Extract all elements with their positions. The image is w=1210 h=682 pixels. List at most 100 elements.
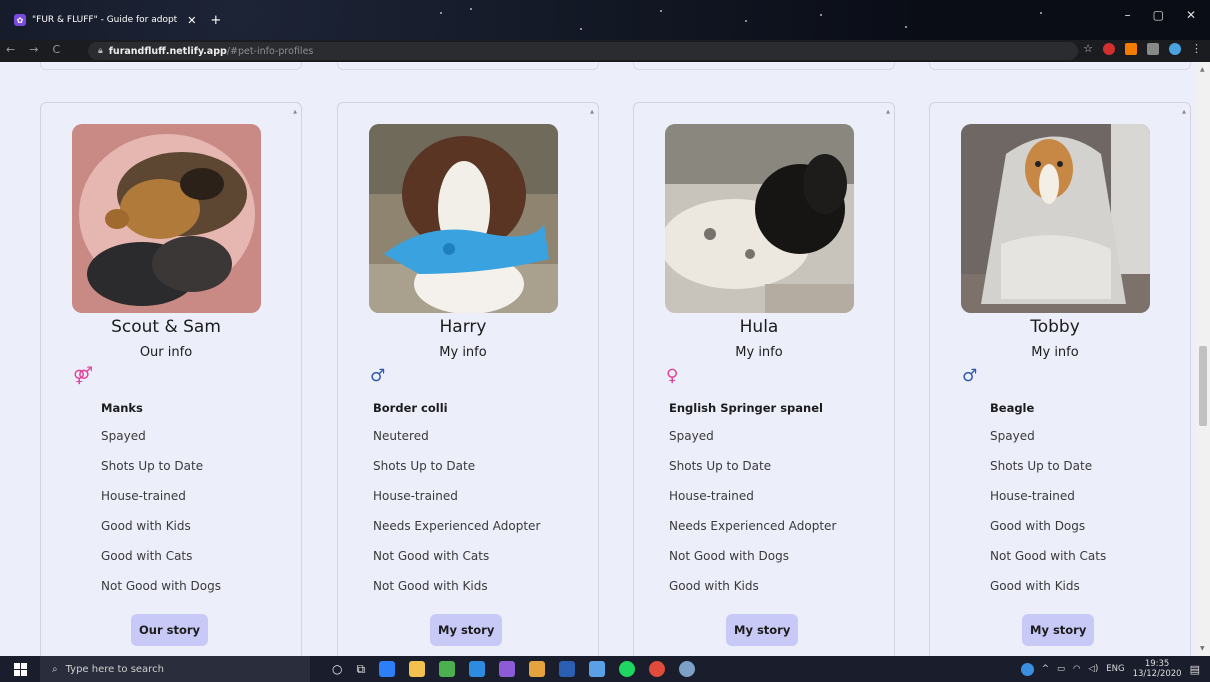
notification-icon[interactable]: ▤ — [1190, 663, 1200, 676]
paw-favicon-icon: ✿ — [14, 14, 26, 26]
minimize-icon[interactable]: – — [1125, 8, 1131, 22]
info-heading: Our info — [139, 345, 193, 360]
male-gender-icon: ♂ — [370, 366, 386, 386]
cortana-icon[interactable]: ○ — [332, 662, 342, 676]
volume-icon[interactable]: ◁) — [1088, 664, 1098, 674]
my-story-button[interactable]: My story — [726, 614, 799, 646]
paint-icon[interactable] — [529, 661, 546, 677]
extension-red-icon[interactable] — [1103, 43, 1115, 55]
pet-name: Harry — [439, 317, 487, 337]
pet-photo-beagle — [961, 124, 1150, 313]
battery-icon[interactable]: ▭ — [1057, 664, 1065, 674]
pet-name: Tobby — [1030, 317, 1080, 337]
my-story-button[interactable]: My story — [1022, 614, 1095, 646]
reload-icon[interactable]: C — [52, 43, 60, 56]
windows-taskbar: ⌕ Type here to search ○ ⧉ ^ ▭ ◠ ◁) ENG 1… — [0, 656, 1210, 682]
tray-chevron-icon[interactable]: ^ — [1042, 664, 1049, 674]
trait-item: Shots Up to Date — [373, 459, 476, 473]
pet-breed: Manks — [101, 401, 143, 415]
profile-avatar-icon[interactable] — [1169, 43, 1181, 55]
trait-item: Not Good with Dogs — [669, 549, 789, 563]
card-scroll-up-icon[interactable]: ▲ — [1182, 109, 1186, 115]
trait-item: Good with Kids — [101, 519, 191, 533]
notes-icon[interactable] — [589, 661, 606, 677]
previous-card-edge — [929, 62, 1191, 70]
pet-card-harry: ▲ Harry My info ♂ Border colli Neutered … — [337, 102, 599, 656]
pet-name: Hula — [739, 317, 779, 337]
wifi-icon[interactable]: ◠ — [1073, 664, 1080, 674]
trait-item: House-trained — [990, 489, 1075, 503]
address-bar[interactable]: 🔒︎ furandfluff.netlify.app/#pet-info-pro… — [88, 42, 1078, 60]
card-scroll-up-icon[interactable]: ▲ — [590, 109, 594, 115]
clock-time: 19:35 — [1144, 659, 1170, 669]
scroll-down-icon[interactable]: ▼ — [1200, 645, 1205, 652]
trait-item: Good with Dogs — [990, 519, 1086, 533]
back-icon[interactable]: ← — [6, 43, 15, 56]
previous-card-edge — [40, 62, 302, 70]
card-scroll-up-icon[interactable]: ▲ — [886, 109, 890, 115]
help-icon[interactable] — [1020, 662, 1034, 676]
trait-item: House-trained — [669, 489, 754, 503]
tab-title: "FUR & FLUFF" - Guide for adopt — [32, 15, 178, 25]
my-story-button[interactable]: My story — [430, 614, 503, 646]
pet-card-tobby: ▲ Tobby My info ♂ Beagle Spayed Shots Up… — [929, 102, 1191, 656]
trait-item: Shots Up to Date — [101, 459, 204, 473]
trait-item: Shots Up to Date — [669, 459, 772, 473]
trait-item: Good with Kids — [990, 579, 1080, 593]
bookmark-star-icon[interactable]: ☆ — [1083, 43, 1093, 55]
pet-breed: Beagle — [990, 401, 1035, 415]
url-path: /#pet-info-profiles — [226, 45, 314, 57]
pet-breed: English Springer spanel — [669, 401, 823, 415]
search-icon: ⌕ — [52, 663, 58, 675]
task-view-icon[interactable]: ⧉ — [356, 662, 365, 677]
pet-photo-springer-spaniel — [665, 124, 854, 313]
trait-item: House-trained — [373, 489, 458, 503]
extensions-puzzle-icon[interactable] — [1147, 43, 1159, 55]
scroll-up-icon[interactable]: ▲ — [1200, 66, 1205, 73]
male-gender-icon: ♂ — [962, 366, 978, 386]
forward-icon[interactable]: → — [29, 43, 38, 56]
pet-name: Scout & Sam — [111, 317, 221, 337]
browser-toolbar: ← → C 🔒︎ furandfluff.netlify.app/#pet-in… — [0, 40, 1210, 62]
new-tab-icon[interactable]: + — [210, 13, 221, 28]
taskbar-search-placeholder: Type here to search — [65, 663, 164, 675]
browser-tab[interactable]: ✿ "FUR & FLUFF" - Guide for adopt ✕ + — [8, 9, 227, 31]
trait-item: House-trained — [101, 489, 186, 503]
word-icon[interactable] — [559, 661, 576, 677]
url-host: furandfluff.netlify.app — [108, 45, 227, 57]
system-clock[interactable]: 19:35 13/12/2020 — [1133, 659, 1182, 679]
chrome-active-icon[interactable] — [679, 661, 696, 677]
taskbar-search-box[interactable]: ⌕ Type here to search — [40, 656, 310, 682]
trait-item: Not Good with Cats — [990, 549, 1107, 563]
visual-studio-icon[interactable] — [499, 661, 516, 677]
tab-close-icon[interactable]: ✕ — [187, 14, 196, 27]
photo-editor-icon[interactable] — [439, 661, 456, 677]
dropbox-icon[interactable] — [379, 661, 396, 677]
trait-item: Not Good with Kids — [373, 579, 488, 593]
trait-item: Not Good with Dogs — [101, 579, 221, 593]
clock-date: 13/12/2020 — [1132, 669, 1182, 679]
pet-card-hula: ▲ Hula My info ♀ English Springer spanel… — [633, 102, 895, 656]
pet-photo-border-collie — [369, 124, 558, 313]
trait-item: Needs Experienced Adopter — [373, 519, 541, 533]
trait-item: Needs Experienced Adopter — [669, 519, 837, 533]
trait-item: Spayed — [990, 429, 1035, 443]
vscode-icon[interactable] — [469, 661, 486, 677]
windows-start-icon[interactable] — [0, 656, 40, 682]
menu-dots-icon[interactable]: ⋮ — [1191, 43, 1202, 55]
language-indicator[interactable]: ENG — [1106, 664, 1124, 674]
our-story-button[interactable]: Our story — [131, 614, 209, 646]
window-close-icon[interactable]: ✕ — [1186, 8, 1196, 22]
trait-item: Spayed — [669, 429, 714, 443]
chrome-icon[interactable] — [649, 661, 666, 677]
page-scrollbar[interactable]: ▲ ▼ — [1196, 62, 1210, 656]
scrollbar-thumb[interactable] — [1199, 346, 1207, 426]
spotify-icon[interactable] — [619, 661, 636, 677]
trait-item: Shots Up to Date — [990, 459, 1093, 473]
file-explorer-icon[interactable] — [409, 661, 426, 677]
browser-titlebar: ✿ "FUR & FLUFF" - Guide for adopt ✕ + – … — [0, 0, 1210, 40]
card-scroll-up-icon[interactable]: ▲ — [293, 109, 297, 115]
maximize-icon[interactable]: ▢ — [1153, 8, 1164, 22]
pet-photo-cats — [72, 124, 261, 313]
extension-rss-icon[interactable] — [1125, 43, 1137, 55]
